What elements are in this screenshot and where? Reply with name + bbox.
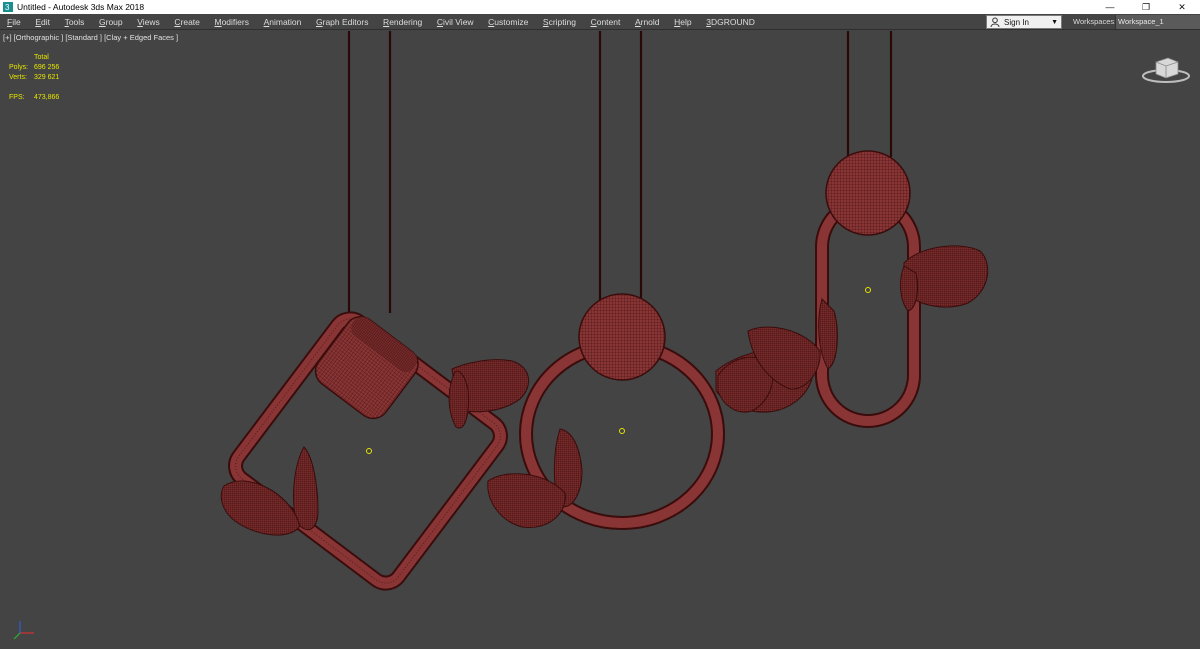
viewport-statistics: Total Polys: 696 256 Verts: 329 621 FPS:… — [9, 53, 59, 103]
workspace-select[interactable]: Workspace_1 — [1115, 15, 1200, 29]
lamp-pill — [747, 150, 989, 428]
menu-graph-editors[interactable]: Graph Editors — [309, 14, 376, 30]
polys-value: 696 256 — [34, 64, 60, 71]
sign-in-dropdown[interactable]: Sign In ▼ — [986, 15, 1062, 29]
fps-label: FPS: — [9, 94, 25, 101]
chevron-down-icon: ▼ — [1051, 19, 1058, 26]
menu-items: File Edit Tools Group Views Create Modifiers An… — [0, 14, 762, 30]
stats-fps-row: FPS: 473,866 — [9, 93, 59, 103]
scene-canvas[interactable] — [0, 31, 1200, 649]
menu-group[interactable]: Group — [92, 14, 130, 30]
menu-content[interactable]: Content — [583, 14, 627, 30]
viewcube-icon[interactable] — [1140, 54, 1192, 84]
axis-gizmo-icon — [13, 621, 34, 640]
stats-header: Total — [34, 54, 49, 61]
menu-create[interactable]: Create — [167, 14, 207, 30]
menu-tools[interactable]: Tools — [57, 14, 91, 30]
polys-label: Polys: — [9, 64, 29, 71]
stats-polys-row: Polys: 696 256 — [9, 63, 59, 73]
menu-3dground[interactable]: 3DGROUND — [699, 14, 762, 30]
close-button[interactable]: ✕ — [1164, 0, 1200, 14]
menu-modifiers[interactable]: Modifiers — [207, 14, 256, 30]
restore-button[interactable]: ❐ — [1128, 0, 1164, 14]
menu-civil-view[interactable]: Civil View — [430, 14, 481, 30]
viewport-label[interactable]: [+] [Orthographic ] [Standard ] [Clay + … — [3, 33, 178, 42]
minimize-button[interactable]: — — [1092, 0, 1128, 14]
menu-help[interactable]: Help — [667, 14, 699, 30]
menu-edit[interactable]: Edit — [28, 14, 57, 30]
verts-value: 329 621 — [34, 74, 60, 81]
user-icon — [990, 17, 1000, 27]
menu-arnold[interactable]: Arnold — [628, 14, 667, 30]
cords — [347, 31, 893, 313]
menu-scripting[interactable]: Scripting — [536, 14, 584, 30]
workspaces-label: Workspaces: — [1073, 17, 1117, 26]
viewport[interactable]: [+] [Orthographic ] [Standard ] [Clay + … — [0, 31, 1200, 649]
menu-customize[interactable]: Customize — [481, 14, 536, 30]
fps-value: 473,866 — [34, 94, 60, 101]
menu-rendering[interactable]: Rendering — [376, 14, 430, 30]
menu-views[interactable]: Views — [130, 14, 167, 30]
sign-in-label: Sign In — [1004, 17, 1029, 27]
title-bar: 3 Untitled - Autodesk 3ds Max 2018 — ❐ ✕ — [0, 0, 1200, 14]
menu-file[interactable]: File — [0, 14, 28, 30]
menu-animation[interactable]: Animation — [256, 14, 308, 30]
menu-bar: File Edit Tools Group Views Create Modifiers An… — [0, 14, 1200, 30]
verts-label: Verts: — [9, 74, 27, 81]
stats-verts-row: Verts: 329 621 — [9, 73, 59, 83]
window-title: Untitled - Autodesk 3ds Max 2018 — [17, 2, 145, 12]
svg-text:3: 3 — [5, 3, 10, 12]
app-icon: 3 — [3, 2, 13, 12]
lamp-square — [220, 311, 529, 591]
